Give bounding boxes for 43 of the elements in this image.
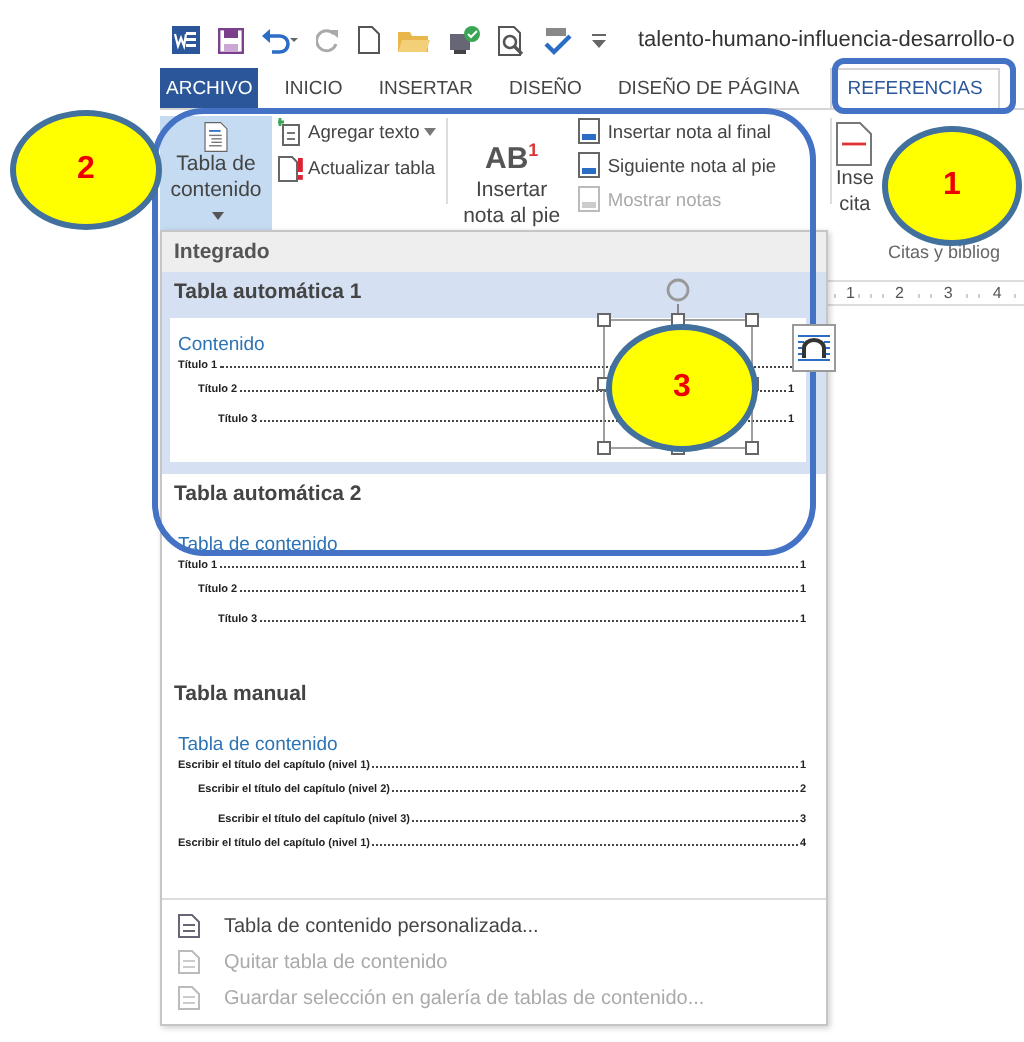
gallery-item-title: Tabla manual <box>172 680 309 710</box>
undo-icon[interactable] <box>262 27 298 53</box>
new-document-icon[interactable] <box>358 26 380 54</box>
note-icon <box>577 152 604 178</box>
ribbon-tab[interactable]: DISEÑO <box>491 68 600 108</box>
menu-item[interactable]: Tabla de contenido personalizada... <box>162 908 826 944</box>
shared-computer-icon[interactable] <box>448 25 480 55</box>
ribbon-tab[interactable]: INSERTAR <box>360 68 491 108</box>
toc-heading: Contenido <box>178 334 267 356</box>
customize-menu-icon[interactable] <box>590 30 608 50</box>
ribbon-command[interactable]: Agregar texto <box>272 116 442 148</box>
toc-heading: Tabla de contenido <box>178 734 340 756</box>
numbered-callout: 2 <box>10 110 162 230</box>
gallery-item-title: Tabla automática 1 <box>172 278 364 308</box>
ribbon-command[interactable]: Actualizar tabla <box>272 152 442 184</box>
ribbon-tab[interactable]: DISEÑO DE PÁGINA <box>599 68 818 108</box>
ruler: 1 2 3 4 <box>824 280 1024 306</box>
document-icon <box>178 986 200 1010</box>
insert-footnote-button[interactable]: AB$^{1}$ Insertar nota al pie <box>451 116 572 236</box>
citation-document-icon <box>836 122 873 166</box>
update-document-icon <box>278 154 304 182</box>
section-header: Integrado <box>162 232 826 272</box>
note-icon <box>577 186 604 212</box>
document-icon <box>178 950 200 974</box>
ribbon-tab[interactable]: ARCHIVO <box>160 68 259 108</box>
note-icon <box>577 118 604 144</box>
ribbon-tab[interactable]: INICIO <box>266 68 361 108</box>
spelling-check-icon[interactable] <box>544 25 572 55</box>
table-of-contents-button[interactable]: Tabla de contenido <box>160 116 272 236</box>
gallery-item-title: Tabla automática 2 <box>172 480 364 510</box>
ribbon-command[interactable]: Siguiente nota al pie <box>571 150 783 180</box>
word-logo-icon[interactable] <box>172 26 200 54</box>
ribbon-command[interactable]: Insertar nota al final <box>571 116 783 146</box>
document-title: talento-humano-influencia-desarrollo-o <box>638 28 1015 52</box>
insert-citation-button[interactable]: Inse cita <box>836 116 874 218</box>
save-icon[interactable] <box>218 27 244 53</box>
ribbon-tab[interactable]: REFERENCIAS <box>829 68 1001 108</box>
group-label: Citas y bibliog <box>888 242 1001 262</box>
print-preview-icon[interactable] <box>498 25 526 55</box>
add-text-icon <box>278 118 304 146</box>
document-icon <box>178 914 200 938</box>
caret-icon <box>212 212 224 221</box>
layout-options-icon[interactable] <box>792 324 836 372</box>
